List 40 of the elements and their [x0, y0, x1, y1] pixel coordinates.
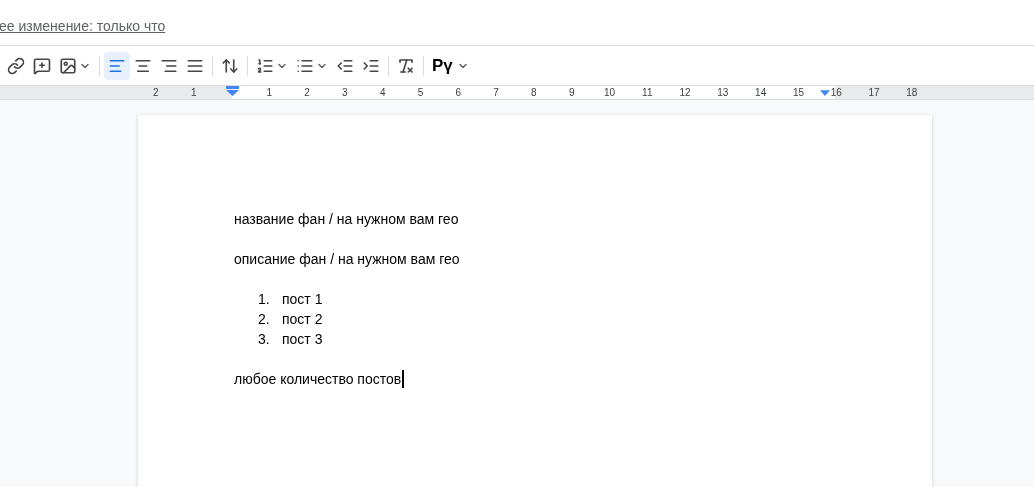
- ruler-number: 2: [153, 86, 159, 100]
- paragraph-text: название фан / на нужном вам гео: [234, 209, 459, 229]
- ruler-number: 16: [830, 86, 842, 100]
- indent-marker-icon[interactable]: [226, 86, 239, 97]
- ruler-number: 3: [342, 86, 348, 100]
- list-number: 1.: [258, 289, 271, 309]
- paragraph-text: любое количество постов: [234, 369, 402, 389]
- ruler-number: 8: [531, 86, 537, 100]
- ruler-number: 4: [379, 86, 386, 100]
- ruler-number: 1: [266, 86, 273, 100]
- right-indent-marker-icon[interactable]: [820, 90, 830, 97]
- ruler-number: 5: [417, 86, 424, 100]
- list-item-text: пост 1: [282, 289, 323, 309]
- ruler-number: 13: [717, 86, 729, 100]
- ruler-number: 9: [568, 86, 575, 100]
- list-number: 3.: [258, 329, 271, 349]
- add-comment-icon: [33, 56, 51, 75]
- ruler-number: 11: [642, 86, 653, 100]
- list-item-text: пост 3: [282, 329, 323, 349]
- list-number: 2.: [258, 309, 271, 329]
- image-icon: [59, 56, 77, 75]
- ruler-number: 12: [679, 86, 691, 100]
- align-left-button[interactable]: [104, 51, 130, 80]
- ruler-number: 1: [190, 86, 197, 100]
- list-item-text: пост 2: [282, 309, 323, 329]
- ruler-number: 14: [755, 86, 767, 100]
- paragraph-text: описание фан / на нужном вам гео: [234, 249, 460, 269]
- ruler-number: 17: [868, 86, 880, 100]
- ruler-number: 2: [304, 86, 310, 100]
- ruler-number: 18: [906, 86, 918, 100]
- input-tools-button[interactable]: Pү: [428, 51, 473, 80]
- ruler-number: 6: [455, 86, 462, 100]
- numbered-list-icon: [256, 56, 274, 75]
- line-spacing-icon: [221, 56, 239, 75]
- ruler-number: 15: [792, 86, 804, 100]
- last-edit-link[interactable]: ее изменение: только что: [0, 16, 166, 37]
- link-icon: [7, 56, 25, 75]
- ruler-number: 7: [493, 86, 499, 100]
- ruler-number: 10: [603, 86, 615, 100]
- clear-formatting-icon: [397, 56, 415, 75]
